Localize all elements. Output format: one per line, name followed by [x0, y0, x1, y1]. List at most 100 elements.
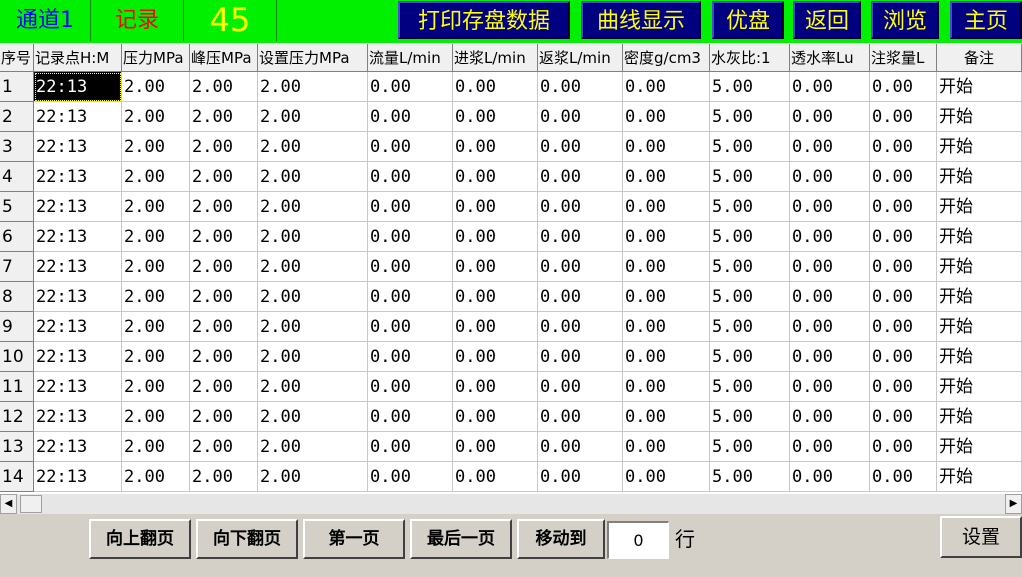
table-cell[interactable]: 22:13: [34, 72, 122, 102]
table-cell[interactable]: 2.00: [190, 372, 258, 402]
table-cell[interactable]: 0.00: [790, 162, 870, 192]
table-cell[interactable]: 22:13: [34, 462, 122, 492]
row-header[interactable]: 2: [0, 102, 34, 132]
table-cell[interactable]: 2.00: [258, 252, 368, 282]
column-header[interactable]: 透水率Lu: [790, 44, 870, 72]
table-cell[interactable]: 0.00: [453, 252, 538, 282]
table-cell[interactable]: 0.00: [790, 312, 870, 342]
table-cell[interactable]: 0.00: [453, 282, 538, 312]
column-header[interactable]: 记录点H:M: [34, 44, 122, 72]
table-cell[interactable]: 5.00: [710, 72, 790, 102]
table-cell[interactable]: 2.00: [190, 222, 258, 252]
table-cell[interactable]: 2.00: [190, 102, 258, 132]
table-cell[interactable]: 0.00: [623, 192, 710, 222]
table-cell[interactable]: 2.00: [122, 102, 190, 132]
table-cell[interactable]: 5.00: [710, 162, 790, 192]
settings-button[interactable]: 设置: [940, 516, 1022, 558]
first-page-button[interactable]: 第一页: [303, 519, 405, 559]
row-header[interactable]: 4: [0, 162, 34, 192]
table-cell[interactable]: 0.00: [368, 132, 453, 162]
table-cell[interactable]: 0.00: [538, 462, 623, 492]
table-cell[interactable]: 2.00: [258, 222, 368, 252]
row-header[interactable]: 8: [0, 282, 34, 312]
table-cell[interactable]: 0.00: [368, 72, 453, 102]
table-cell[interactable]: 2.00: [190, 282, 258, 312]
column-header[interactable]: 压力MPa: [122, 44, 190, 72]
table-cell[interactable]: 22:13: [34, 252, 122, 282]
table-cell[interactable]: 5.00: [710, 432, 790, 462]
table-cell[interactable]: 2.00: [190, 132, 258, 162]
table-cell[interactable]: 5.00: [710, 132, 790, 162]
table-cell[interactable]: 5.00: [710, 372, 790, 402]
table-cell[interactable]: 0.00: [870, 282, 937, 312]
table-cell[interactable]: 开始: [937, 342, 1022, 372]
table-cell[interactable]: 0.00: [538, 132, 623, 162]
table-cell[interactable]: 0.00: [368, 282, 453, 312]
table-cell[interactable]: 22:13: [34, 372, 122, 402]
table-cell[interactable]: 开始: [937, 432, 1022, 462]
row-header[interactable]: 13: [0, 432, 34, 462]
table-cell[interactable]: 0.00: [453, 102, 538, 132]
column-header[interactable]: 返浆L/min: [538, 44, 623, 72]
scroll-left-icon[interactable]: ◀: [0, 494, 17, 514]
table-cell[interactable]: 0.00: [538, 222, 623, 252]
column-header[interactable]: 水灰比:1: [710, 44, 790, 72]
table-cell[interactable]: 0.00: [790, 342, 870, 372]
row-header[interactable]: 6: [0, 222, 34, 252]
table-cell[interactable]: 0.00: [790, 72, 870, 102]
table-cell[interactable]: 0.00: [368, 222, 453, 252]
table-cell[interactable]: 开始: [937, 132, 1022, 162]
table-cell[interactable]: 0.00: [453, 312, 538, 342]
table-cell[interactable]: 22:13: [34, 132, 122, 162]
table-cell[interactable]: 2.00: [122, 162, 190, 192]
table-cell[interactable]: 2.00: [190, 312, 258, 342]
table-cell[interactable]: 2.00: [122, 372, 190, 402]
table-cell[interactable]: 0.00: [870, 102, 937, 132]
table-cell[interactable]: 2.00: [122, 72, 190, 102]
table-cell[interactable]: 5.00: [710, 102, 790, 132]
horizontal-scrollbar[interactable]: ◀ ▶: [0, 494, 1022, 514]
column-header[interactable]: 备注: [937, 44, 1022, 72]
table-cell[interactable]: 0.00: [870, 162, 937, 192]
table-cell[interactable]: 开始: [937, 102, 1022, 132]
table-cell[interactable]: 0.00: [790, 372, 870, 402]
table-cell[interactable]: 0.00: [368, 432, 453, 462]
table-cell[interactable]: 0.00: [870, 132, 937, 162]
table-cell[interactable]: 0.00: [453, 192, 538, 222]
table-cell[interactable]: 0.00: [623, 312, 710, 342]
table-cell[interactable]: 0.00: [623, 72, 710, 102]
table-cell[interactable]: 0.00: [538, 282, 623, 312]
table-cell[interactable]: 开始: [937, 222, 1022, 252]
table-cell[interactable]: 0.00: [368, 372, 453, 402]
row-header[interactable]: 11: [0, 372, 34, 402]
table-cell[interactable]: 0.00: [623, 462, 710, 492]
table-cell[interactable]: 0.00: [623, 402, 710, 432]
row-header[interactable]: 14: [0, 462, 34, 492]
row-header[interactable]: 10: [0, 342, 34, 372]
table-cell[interactable]: 0.00: [538, 162, 623, 192]
table-cell[interactable]: 22:13: [34, 102, 122, 132]
table-cell[interactable]: 2.00: [122, 402, 190, 432]
move-to-button[interactable]: 移动到: [517, 519, 605, 559]
table-cell[interactable]: 0.00: [538, 312, 623, 342]
table-cell[interactable]: 5.00: [710, 312, 790, 342]
row-header[interactable]: 5: [0, 192, 34, 222]
table-cell[interactable]: 2.00: [258, 72, 368, 102]
table-cell[interactable]: 0.00: [368, 252, 453, 282]
table-cell[interactable]: 5.00: [710, 282, 790, 312]
prev-page-button[interactable]: 向上翻页: [89, 519, 191, 559]
table-cell[interactable]: 2.00: [190, 342, 258, 372]
table-cell[interactable]: 0.00: [453, 432, 538, 462]
table-cell[interactable]: 0.00: [623, 132, 710, 162]
table-cell[interactable]: 2.00: [190, 402, 258, 432]
table-cell[interactable]: 0.00: [870, 432, 937, 462]
table-cell[interactable]: 2.00: [258, 462, 368, 492]
table-cell[interactable]: 0.00: [870, 192, 937, 222]
table-cell[interactable]: 0.00: [368, 102, 453, 132]
table-cell[interactable]: 0.00: [623, 222, 710, 252]
table-cell[interactable]: 0.00: [870, 462, 937, 492]
table-cell[interactable]: 2.00: [122, 222, 190, 252]
table-cell[interactable]: 0.00: [538, 72, 623, 102]
table-cell[interactable]: 0.00: [870, 252, 937, 282]
table-cell[interactable]: 0.00: [870, 312, 937, 342]
